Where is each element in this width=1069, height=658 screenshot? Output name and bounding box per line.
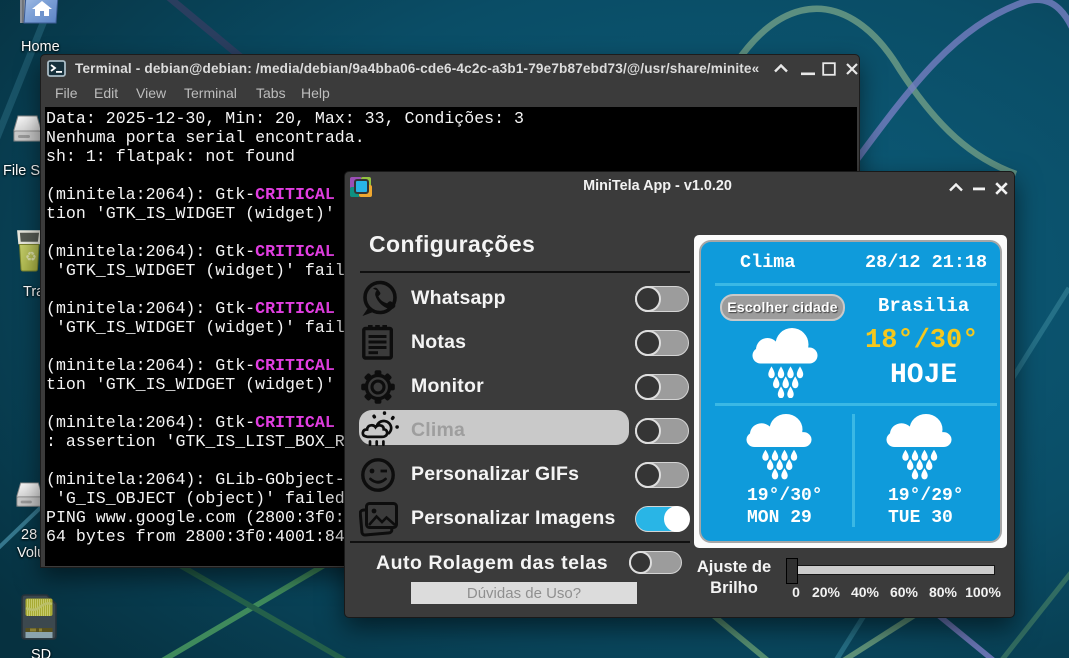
svg-text:♻: ♻ — [25, 249, 37, 264]
